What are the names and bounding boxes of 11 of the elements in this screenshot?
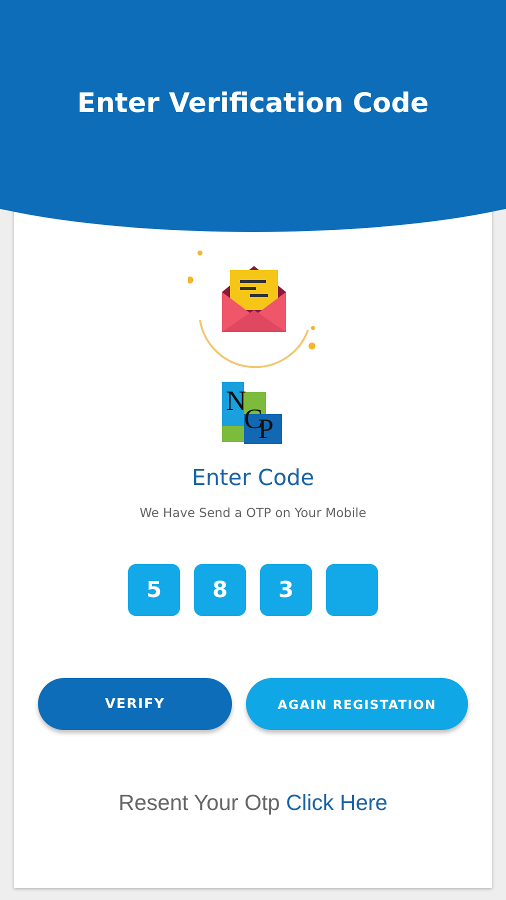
otp-digit-field[interactable]: 3 bbox=[260, 564, 312, 616]
subtitle: We Have Send a OTP on Your Mobile bbox=[140, 505, 366, 520]
heading: Enter Code bbox=[192, 466, 314, 491]
register-button[interactable]: AGAIN REGISTATION bbox=[246, 678, 468, 730]
otp-digit-field[interactable] bbox=[326, 564, 378, 616]
page-title: Enter Verification Code bbox=[77, 88, 429, 121]
resend-text: Resent Your Otp Click Here bbox=[118, 790, 388, 816]
verify-button[interactable]: VERIFY bbox=[38, 678, 232, 730]
otp-digit-field[interactable]: 5 bbox=[128, 564, 180, 616]
click-here-link[interactable]: Click Here bbox=[286, 790, 388, 815]
otp-digit-field[interactable]: 8 bbox=[194, 564, 246, 616]
